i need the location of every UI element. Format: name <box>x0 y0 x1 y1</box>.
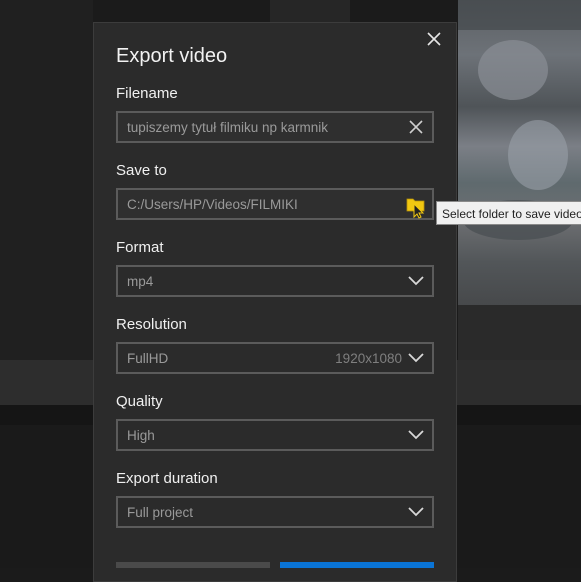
export-duration-label: Export duration <box>116 470 218 487</box>
chevron-down-icon <box>408 430 424 440</box>
background-strip <box>458 305 581 360</box>
chevron-down-icon <box>408 507 424 517</box>
format-label: Format <box>116 239 164 256</box>
quality-value: High <box>127 428 155 443</box>
clear-button[interactable] <box>408 119 424 138</box>
close-icon <box>427 32 441 46</box>
folder-icon <box>406 198 425 219</box>
filename-value: tupiszemy tytuł filmiku np karmnik <box>127 120 329 135</box>
export-video-dialog: Export video Filename tupiszemy tytuł fi… <box>93 22 457 582</box>
export-duration-select[interactable]: Full project <box>116 496 434 528</box>
format-select[interactable]: mp4 <box>116 265 434 297</box>
background-panel <box>0 0 93 360</box>
save-to-value: C:/Users/HP/Videos/FILMIKI <box>127 197 298 212</box>
folder-tooltip: Select folder to save video <box>436 201 581 225</box>
format-dropdown-toggle[interactable] <box>408 274 424 291</box>
clear-icon <box>409 120 423 134</box>
resolution-dropdown-toggle[interactable] <box>408 351 424 368</box>
resolution-value: FullHD <box>127 351 169 366</box>
resolution-detail: 1920x1080 <box>335 351 402 366</box>
save-to-label: Save to <box>116 162 167 179</box>
video-preview <box>458 0 581 305</box>
dialog-title: Export video <box>116 45 228 67</box>
background-strip <box>270 0 350 22</box>
resolution-select[interactable]: FullHD 1920x1080 <box>116 342 434 374</box>
resolution-label: Resolution <box>116 316 187 333</box>
chevron-down-icon <box>408 276 424 286</box>
quality-select[interactable]: High <box>116 419 434 451</box>
save-to-field[interactable]: C:/Users/HP/Videos/FILMIKI <box>116 188 434 220</box>
tooltip-text: Select folder to save video <box>442 207 581 221</box>
export-duration-dropdown-toggle[interactable] <box>408 505 424 522</box>
quality-dropdown-toggle[interactable] <box>408 428 424 445</box>
format-value: mp4 <box>127 274 154 289</box>
quality-label: Quality <box>116 393 163 410</box>
close-button[interactable] <box>424 29 444 49</box>
export-button[interactable] <box>280 562 434 568</box>
chevron-down-icon <box>408 353 424 363</box>
browse-folder-button[interactable] <box>406 195 428 222</box>
cancel-button[interactable] <box>116 562 270 568</box>
export-duration-value: Full project <box>127 505 194 520</box>
filename-label: Filename <box>116 85 178 102</box>
filename-field[interactable]: tupiszemy tytuł filmiku np karmnik <box>116 111 434 143</box>
